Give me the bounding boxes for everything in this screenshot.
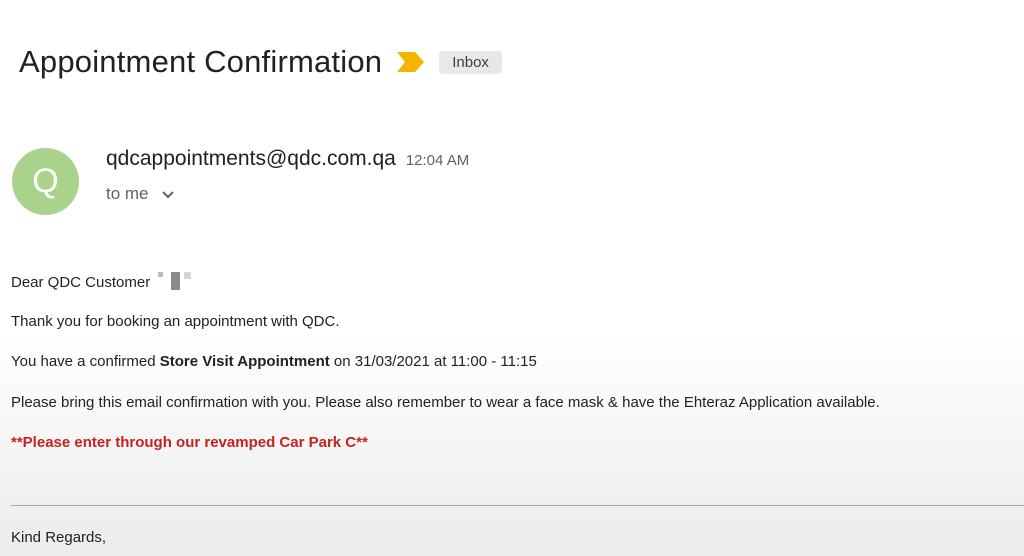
confirmation-suffix: on 31/03/2021 at 11:00 - 11:15 xyxy=(329,353,537,370)
recipient-text: to me xyxy=(106,184,149,203)
email-subject: Appointment Confirmation xyxy=(19,44,383,79)
inbox-label-chip[interactable]: Inbox xyxy=(439,50,502,74)
importance-marker-icon[interactable] xyxy=(396,50,426,74)
redacted-name xyxy=(158,272,191,294)
email-view: Appointment Confirmation Inbox Q qdcappo… xyxy=(0,0,1024,556)
car-park-notice: **Please enter through our revamped Car … xyxy=(11,434,368,451)
confirmation-line: You have a confirmed Store Visit Appoint… xyxy=(11,353,537,370)
greeting-text: Dear QDC Customer xyxy=(11,273,151,291)
email-timestamp: 12:04 AM xyxy=(405,152,470,169)
appointment-type: Store Visit Appointment xyxy=(159,353,330,370)
confirmation-prefix: You have a confirmed xyxy=(11,353,160,370)
closing-line: Kind Regards, xyxy=(11,529,107,546)
sender-avatar[interactable]: Q xyxy=(12,148,79,215)
sender-email[interactable]: qdcappointments@qdc.com.qa xyxy=(106,147,396,171)
sender-line: qdcappointments@qdc.com.qa 12:04 AM xyxy=(106,147,469,171)
subject-row: Appointment Confirmation Inbox xyxy=(19,44,502,80)
signature-divider xyxy=(11,505,1024,506)
thanks-line: Thank you for booking an appointment wit… xyxy=(11,313,340,330)
recipient-line[interactable]: to me xyxy=(106,184,177,204)
chevron-down-icon[interactable] xyxy=(159,185,177,203)
greeting-line: Dear QDC Customer xyxy=(11,272,191,294)
reminder-line: Please bring this email confirmation wit… xyxy=(11,394,880,411)
